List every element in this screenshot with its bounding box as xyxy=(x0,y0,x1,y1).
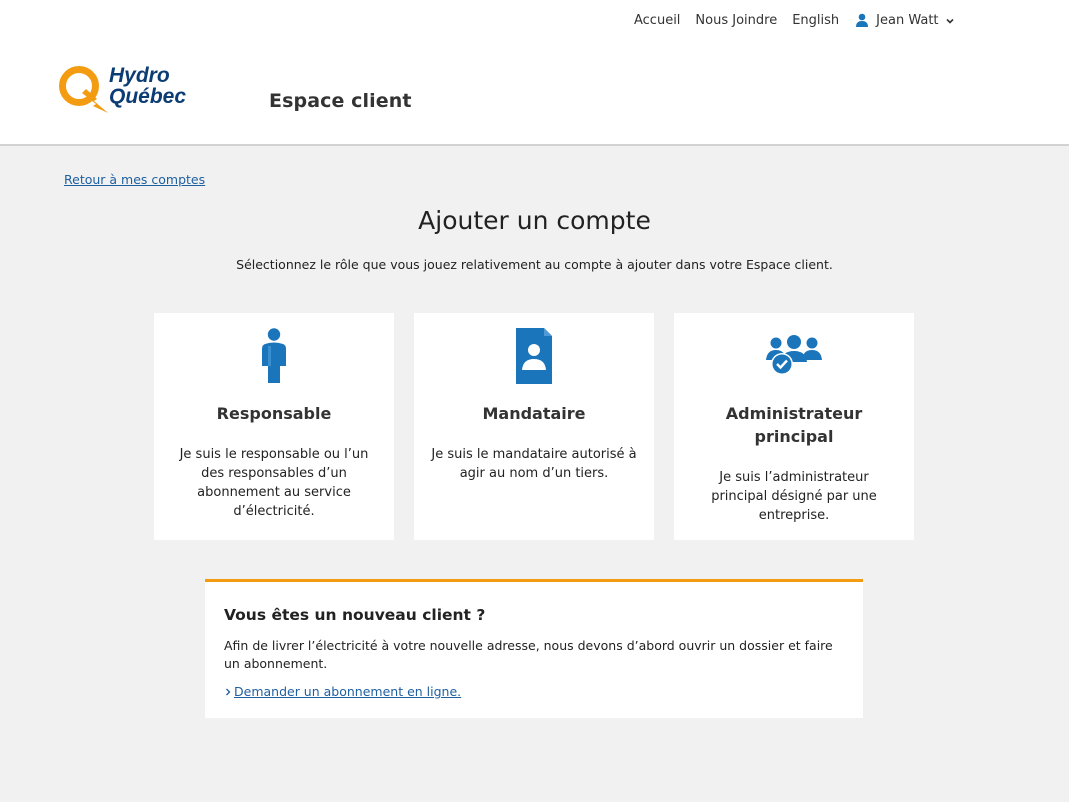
person-icon xyxy=(262,328,286,383)
card-description: Je suis le mandataire autorisé à agir au… xyxy=(431,447,637,481)
role-card-administrateur-principal[interactable]: Administrateur principal Je suis l’admin… xyxy=(674,313,914,540)
card-description: Je suis l’administrateur principal désig… xyxy=(711,470,877,523)
card-title: Responsable xyxy=(216,404,332,423)
page-subtitle: Sélectionnez le rôle que vous jouez rela… xyxy=(236,257,833,272)
card-description: Je suis le responsable ou l’un des respo… xyxy=(179,447,369,519)
role-card-mandataire[interactable]: Mandataire Je suis le mandataire autoris… xyxy=(414,313,654,540)
logo-text-line1: Hydro xyxy=(109,64,170,87)
notice-title: Vous êtes un nouveau client ? xyxy=(224,606,486,624)
chevron-right-icon xyxy=(226,688,231,695)
logo-text-line2: Québec xyxy=(109,85,186,108)
hydro-quebec-logo[interactable]: Hydro Québec xyxy=(56,60,226,116)
user-icon xyxy=(856,13,869,27)
group-check-icon xyxy=(766,335,822,375)
card-icon-wrapper xyxy=(414,328,654,384)
top-navigation: Accueil Nous Joindre English Jean Watt xyxy=(634,13,955,28)
id-card-icon xyxy=(516,328,552,384)
back-to-accounts-link[interactable]: Retour à mes comptes xyxy=(64,172,205,187)
user-menu-button[interactable]: Jean Watt xyxy=(855,13,954,28)
new-client-notice: Vous êtes un nouveau client ? Afin de li… xyxy=(205,579,863,718)
card-icon-wrapper xyxy=(154,328,394,384)
language-switch-link[interactable]: English xyxy=(792,13,839,28)
card-title: Administrateur principal xyxy=(725,404,863,446)
nav-link-accueil[interactable]: Accueil xyxy=(634,13,680,28)
card-title: Mandataire xyxy=(482,404,586,423)
request-subscription-link-label: Demander un abonnement en ligne. xyxy=(234,684,462,699)
page-title: Ajouter un compte xyxy=(418,206,651,235)
notice-text: Afin de livrer l’électricité à votre nou… xyxy=(224,638,833,671)
site-header: Accueil Nous Joindre English Jean Watt H… xyxy=(0,0,1069,146)
nav-link-nous-joindre[interactable]: Nous Joindre xyxy=(695,13,777,28)
user-name: Jean Watt xyxy=(876,13,939,28)
card-icon-wrapper xyxy=(674,334,914,376)
role-card-responsable[interactable]: Responsable Je suis le responsable ou l’… xyxy=(154,313,394,540)
chevron-down-icon xyxy=(945,18,954,24)
request-subscription-link[interactable]: Demander un abonnement en ligne. xyxy=(224,684,461,699)
site-title: Espace client xyxy=(269,90,412,112)
